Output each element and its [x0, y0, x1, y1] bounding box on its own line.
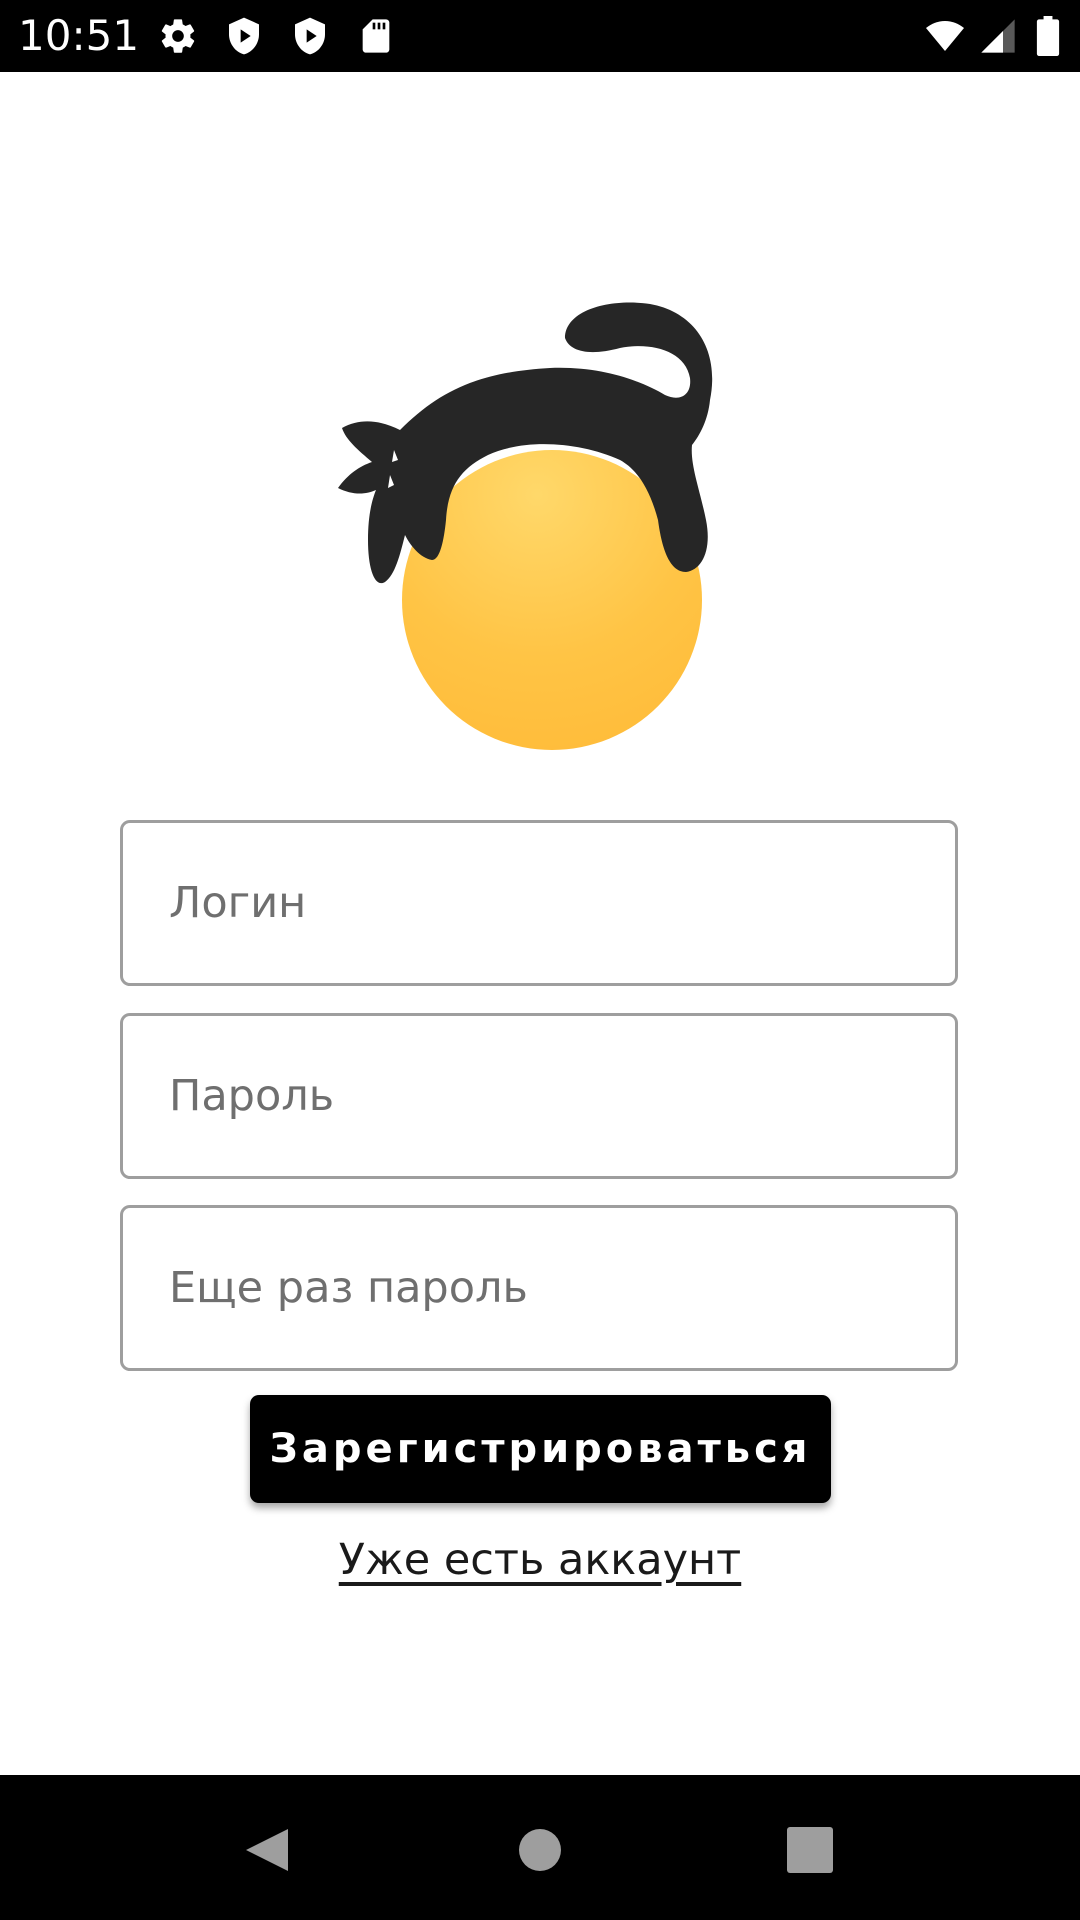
password-input[interactable] — [169, 1016, 929, 1176]
cellular-signal-icon — [978, 16, 1018, 56]
sd-card-icon — [356, 16, 396, 56]
back-icon[interactable] — [232, 1815, 302, 1885]
status-time: 10:51 — [18, 11, 140, 60]
recents-icon[interactable] — [775, 1815, 845, 1885]
shield-play-icon — [290, 16, 330, 56]
navigation-bar — [0, 1775, 1080, 1920]
login-field[interactable] — [120, 820, 958, 986]
cat-on-sun-logo — [320, 290, 760, 760]
shield-play-icon — [224, 16, 264, 56]
repeat-password-input[interactable] — [169, 1208, 929, 1368]
register-button[interactable]: Зарегистрироваться — [250, 1395, 831, 1503]
gear-icon — [158, 16, 198, 56]
password-field[interactable] — [120, 1013, 958, 1179]
login-input[interactable] — [169, 823, 929, 983]
battery-icon — [1030, 16, 1066, 56]
have-account-link[interactable]: Уже есть аккаунт — [339, 1535, 741, 1585]
wifi-icon — [922, 16, 968, 56]
have-account-row: Уже есть аккаунт — [0, 1535, 1080, 1585]
status-bar: 10:51 — [0, 0, 1080, 72]
repeat-password-field[interactable] — [120, 1205, 958, 1371]
registration-screen: 10:51 Логин Зарегистрироваться Уже есть … — [0, 0, 1080, 1920]
home-icon[interactable] — [505, 1815, 575, 1885]
